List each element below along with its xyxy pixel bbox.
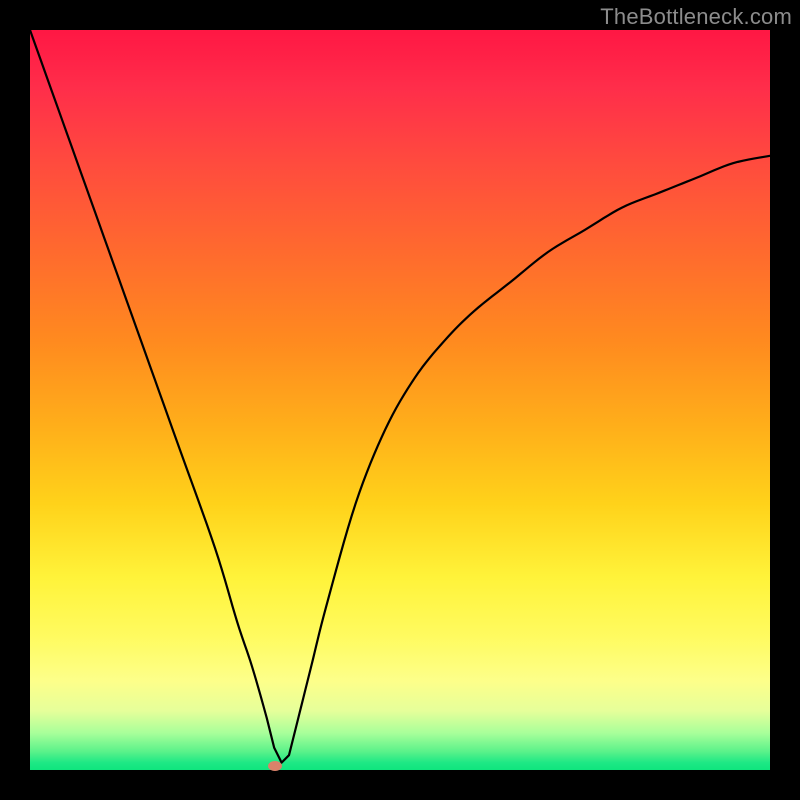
chart-frame: TheBottleneck.com <box>0 0 800 800</box>
plot-area <box>30 30 770 770</box>
optimal-point-marker <box>268 761 282 771</box>
bottleneck-curve <box>30 30 770 770</box>
watermark-text: TheBottleneck.com <box>600 4 792 30</box>
